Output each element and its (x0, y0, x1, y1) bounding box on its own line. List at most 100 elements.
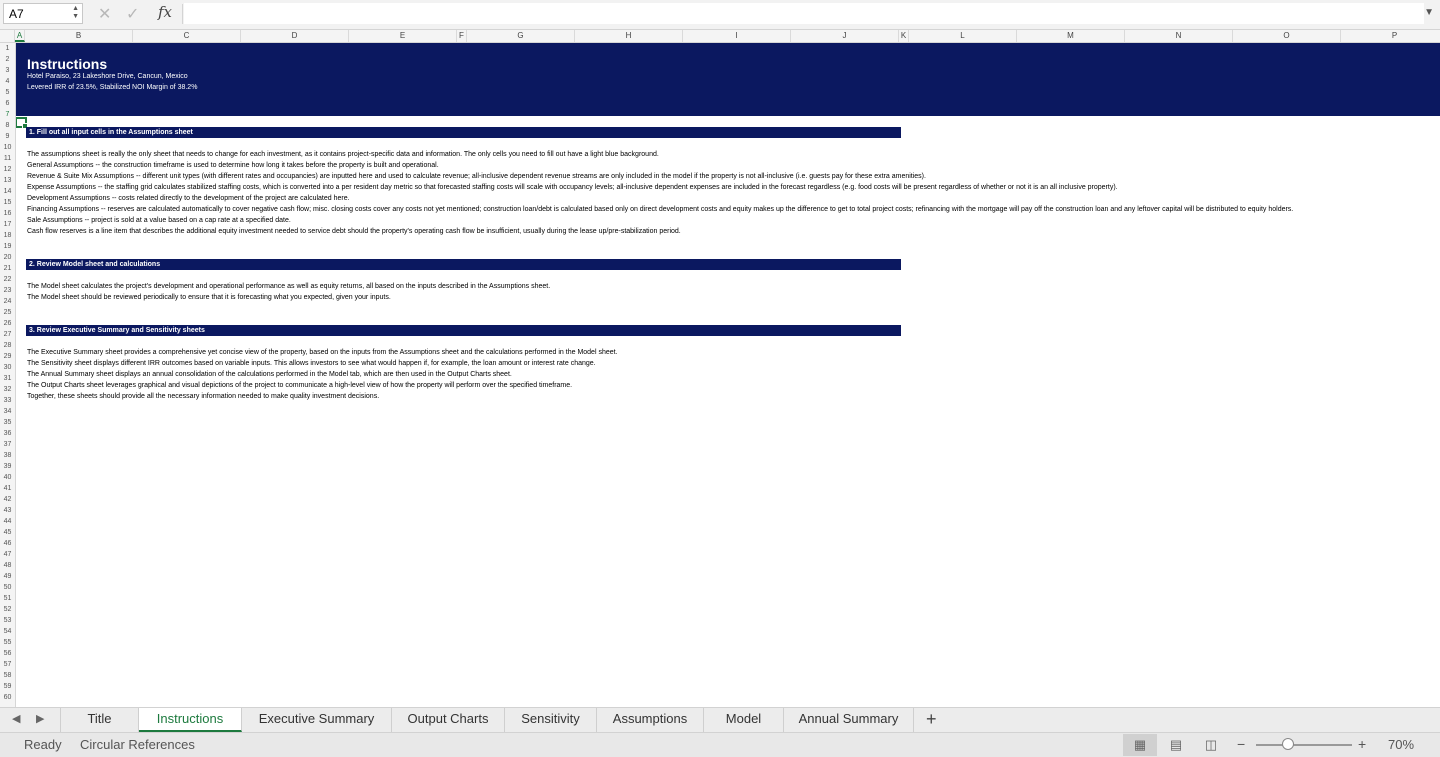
insert-function-icon[interactable]: fx (158, 3, 172, 21)
row-header[interactable]: 18 (0, 230, 15, 241)
column-header-a[interactable]: A (15, 30, 25, 42)
row-header[interactable]: 32 (0, 384, 15, 395)
column-header-k[interactable]: K (899, 30, 909, 42)
column-header-h[interactable]: H (575, 30, 683, 42)
row-header[interactable]: 58 (0, 670, 15, 681)
row-header[interactable]: 37 (0, 439, 15, 450)
row-header[interactable]: 7 (0, 109, 15, 120)
sheet-grid[interactable]: Instructions Hotel Paraiso, 23 Lakeshore… (16, 43, 1440, 707)
circular-references-status[interactable]: Circular References (80, 737, 195, 752)
tab-title[interactable]: Title (61, 708, 139, 732)
column-header-j[interactable]: J (791, 30, 899, 42)
row-header[interactable]: 25 (0, 307, 15, 318)
row-header[interactable]: 39 (0, 461, 15, 472)
row-header[interactable]: 4 (0, 76, 15, 87)
row-header[interactable]: 6 (0, 98, 15, 109)
row-header[interactable]: 42 (0, 494, 15, 505)
column-header-l[interactable]: L (909, 30, 1017, 42)
previous-sheet-icon[interactable]: ◀ (12, 712, 20, 725)
row-header[interactable]: 43 (0, 505, 15, 516)
column-header-f[interactable]: F (457, 30, 467, 42)
tab-annual-summary[interactable]: Annual Summary (784, 708, 914, 732)
page-break-view-icon[interactable]: ◫ (1194, 734, 1228, 756)
row-header[interactable]: 24 (0, 296, 15, 307)
row-header[interactable]: 21 (0, 263, 15, 274)
row-header[interactable]: 55 (0, 637, 15, 648)
tab-instructions[interactable]: Instructions (139, 708, 242, 732)
row-header[interactable]: 44 (0, 516, 15, 527)
name-box[interactable]: A7 ▲ ▼ (3, 3, 83, 24)
row-header[interactable]: 28 (0, 340, 15, 351)
row-header[interactable]: 34 (0, 406, 15, 417)
row-header[interactable]: 5 (0, 87, 15, 98)
row-header[interactable]: 14 (0, 186, 15, 197)
column-header-e[interactable]: E (349, 30, 457, 42)
row-header[interactable]: 12 (0, 164, 15, 175)
tab-assumptions[interactable]: Assumptions (597, 708, 704, 732)
row-header[interactable]: 23 (0, 285, 15, 296)
row-header[interactable]: 54 (0, 626, 15, 637)
formula-input[interactable] (184, 3, 1424, 24)
row-header[interactable]: 13 (0, 175, 15, 186)
row-header[interactable]: 49 (0, 571, 15, 582)
zoom-out-button[interactable]: − (1237, 736, 1245, 752)
tab-executive-summary[interactable]: Executive Summary (242, 708, 392, 732)
zoom-in-button[interactable]: + (1358, 736, 1366, 752)
page-layout-view-icon[interactable]: ▤ (1159, 734, 1193, 756)
column-header-b[interactable]: B (25, 30, 133, 42)
column-header-i[interactable]: I (683, 30, 791, 42)
row-header[interactable]: 47 (0, 549, 15, 560)
row-header[interactable]: 3 (0, 65, 15, 76)
row-header[interactable]: 11 (0, 153, 15, 164)
column-header-m[interactable]: M (1017, 30, 1125, 42)
tab-output-charts[interactable]: Output Charts (392, 708, 505, 732)
row-header[interactable]: 46 (0, 538, 15, 549)
row-header[interactable]: 19 (0, 241, 15, 252)
row-header[interactable]: 22 (0, 274, 15, 285)
column-header-o[interactable]: O (1233, 30, 1341, 42)
row-header[interactable]: 35 (0, 417, 15, 428)
row-header[interactable]: 31 (0, 373, 15, 384)
row-header[interactable]: 40 (0, 472, 15, 483)
row-header[interactable]: 27 (0, 329, 15, 340)
row-header[interactable]: 15 (0, 197, 15, 208)
row-header[interactable]: 26 (0, 318, 15, 329)
column-header-c[interactable]: C (133, 30, 241, 42)
row-header[interactable]: 53 (0, 615, 15, 626)
row-header[interactable]: 9 (0, 131, 15, 142)
cancel-icon[interactable]: ✕ (98, 4, 111, 24)
row-header[interactable]: 41 (0, 483, 15, 494)
row-header[interactable]: 8 (0, 120, 15, 131)
row-header[interactable]: 51 (0, 593, 15, 604)
row-header[interactable]: 57 (0, 659, 15, 670)
column-header-g[interactable]: G (467, 30, 575, 42)
row-header[interactable]: 33 (0, 395, 15, 406)
row-header[interactable]: 17 (0, 219, 15, 230)
tab-sensitivity[interactable]: Sensitivity (505, 708, 597, 732)
row-header[interactable]: 1 (0, 43, 15, 54)
row-header[interactable]: 38 (0, 450, 15, 461)
row-header[interactable]: 2 (0, 54, 15, 65)
select-all-corner[interactable] (0, 30, 15, 42)
row-header[interactable]: 50 (0, 582, 15, 593)
next-sheet-icon[interactable]: ▶ (36, 712, 44, 725)
normal-view-icon[interactable]: ▦ (1123, 734, 1157, 756)
row-header[interactable]: 16 (0, 208, 15, 219)
column-header-n[interactable]: N (1125, 30, 1233, 42)
row-header[interactable]: 36 (0, 428, 15, 439)
row-header[interactable]: 56 (0, 648, 15, 659)
name-box-stepper-icon[interactable]: ▲ ▼ (72, 5, 79, 21)
add-sheet-button[interactable]: + (926, 709, 937, 730)
row-header[interactable]: 60 (0, 692, 15, 703)
column-header-d[interactable]: D (241, 30, 349, 42)
row-header[interactable]: 29 (0, 351, 15, 362)
row-header[interactable]: 52 (0, 604, 15, 615)
row-header[interactable]: 45 (0, 527, 15, 538)
row-header[interactable]: 59 (0, 681, 15, 692)
row-header[interactable]: 20 (0, 252, 15, 263)
chevron-down-icon[interactable]: ▼ (1424, 7, 1434, 18)
column-header-p[interactable]: P (1341, 30, 1440, 42)
tab-model[interactable]: Model (704, 708, 784, 732)
zoom-slider-handle[interactable] (1282, 738, 1294, 750)
zoom-level[interactable]: 70% (1388, 737, 1414, 752)
